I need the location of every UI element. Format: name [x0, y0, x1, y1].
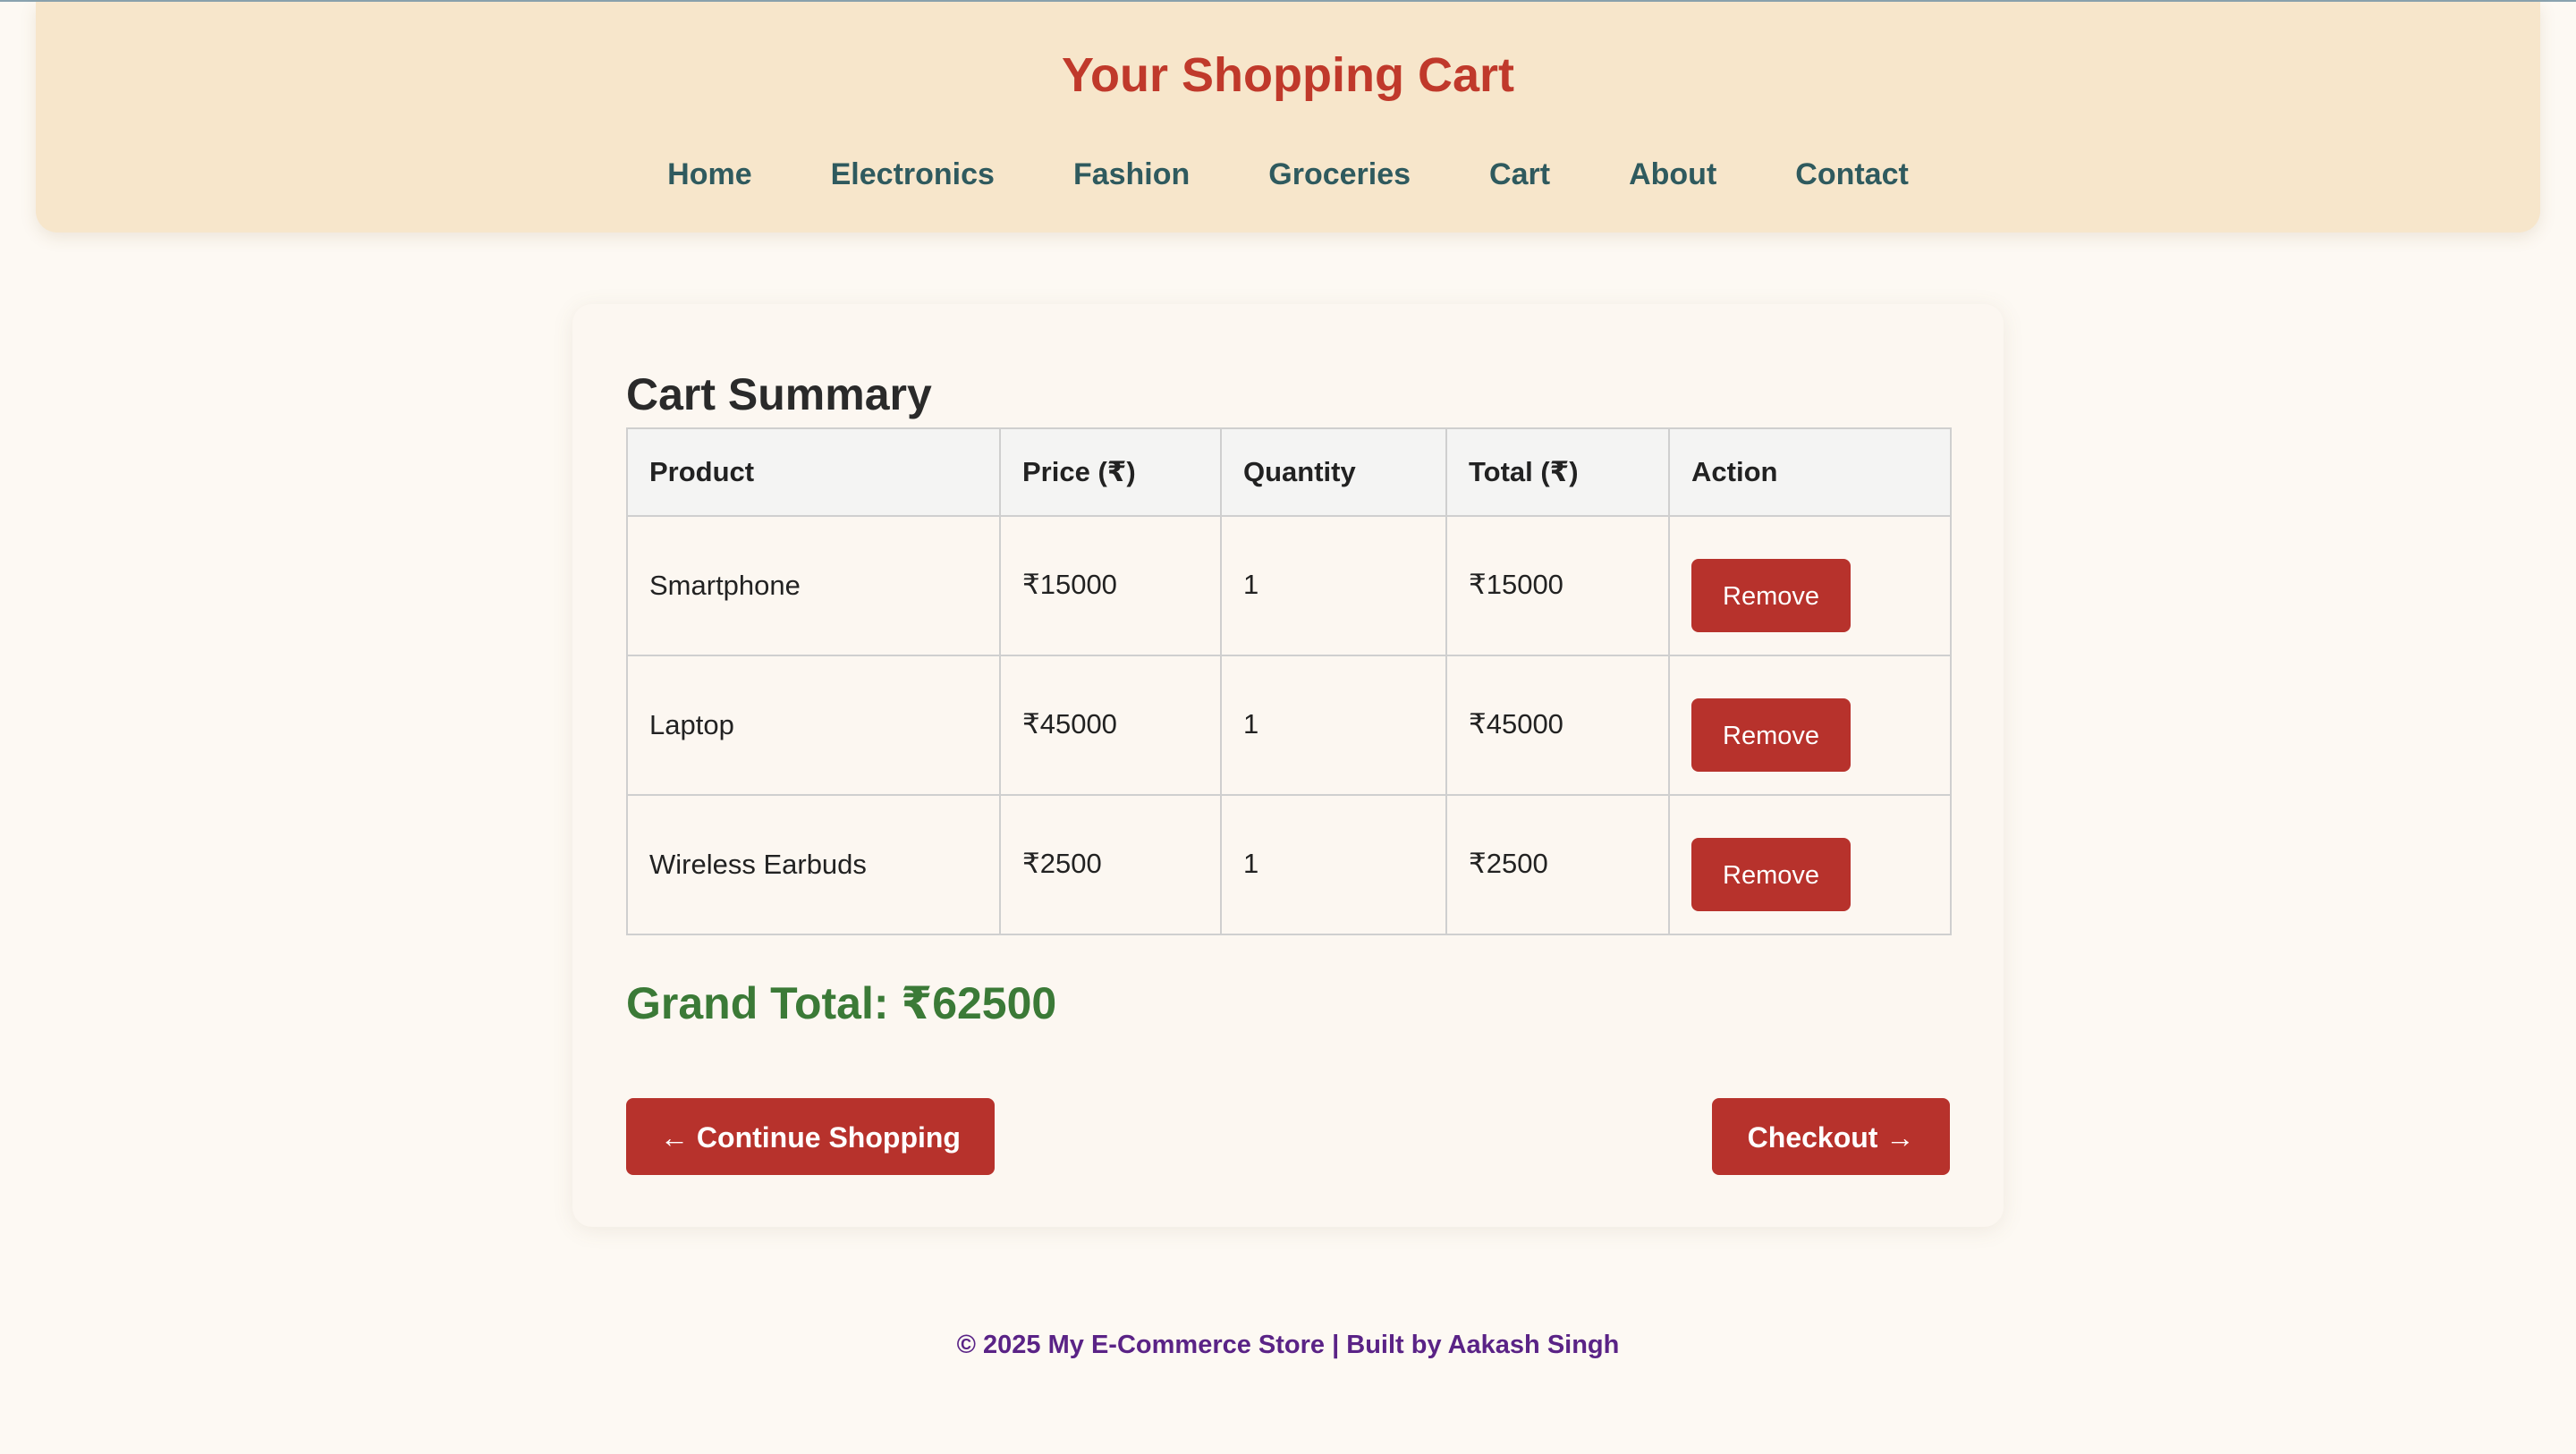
site-header: Your Shopping Cart Home Electronics Fash…: [36, 2, 2540, 232]
nav-link-contact[interactable]: Contact: [1795, 154, 1909, 195]
column-header-action: Action: [1668, 427, 1952, 517]
product-total: ₹15000: [1445, 515, 1670, 656]
site-footer: © 2025 My E-Commerce Store | Built by Aa…: [956, 1331, 1620, 1359]
product-quantity: 1: [1220, 515, 1447, 656]
grand-total: Grand Total: ₹62500: [626, 978, 1057, 1028]
product-price: ₹45000: [999, 655, 1222, 796]
nav-link-about[interactable]: About: [1629, 154, 1716, 195]
product-total: ₹45000: [1445, 655, 1670, 796]
product-name: Wireless Earbuds: [626, 794, 1001, 935]
nav-link-electronics[interactable]: Electronics: [831, 154, 995, 195]
nav-link-home[interactable]: Home: [667, 154, 751, 195]
page-title: Your Shopping Cart: [1062, 48, 1514, 102]
nav-link-groceries[interactable]: Groceries: [1268, 154, 1411, 195]
main-nav: Home Electronics Fashion Groceries Cart …: [36, 154, 2540, 195]
product-quantity: 1: [1220, 794, 1447, 935]
table-row: Wireless Earbuds ₹2500 1 ₹2500 Remove: [626, 794, 1952, 935]
nav-link-cart[interactable]: Cart: [1489, 154, 1550, 195]
column-header-product: Product: [626, 427, 1001, 517]
column-header-quantity: Quantity: [1220, 427, 1447, 517]
product-quantity: 1: [1220, 655, 1447, 796]
product-name: Laptop: [626, 655, 1001, 796]
checkout-button[interactable]: Checkout →: [1712, 1098, 1950, 1175]
remove-button[interactable]: Remove: [1691, 838, 1851, 911]
nav-link-fashion[interactable]: Fashion: [1073, 154, 1190, 195]
product-total: ₹2500: [1445, 794, 1670, 935]
action-cell: Remove: [1668, 794, 1952, 935]
cart-table: Product Price (₹) Quantity Total (₹) Act…: [626, 427, 1952, 935]
remove-button[interactable]: Remove: [1691, 698, 1851, 772]
action-cell: Remove: [1668, 515, 1952, 656]
column-header-price: Price (₹): [999, 427, 1222, 517]
table-row: Laptop ₹45000 1 ₹45000 Remove: [626, 655, 1952, 796]
cart-summary-heading: Cart Summary: [626, 369, 932, 419]
continue-shopping-button[interactable]: ← Continue Shopping: [626, 1098, 995, 1175]
product-price: ₹2500: [999, 794, 1222, 935]
product-price: ₹15000: [999, 515, 1222, 656]
product-name: Smartphone: [626, 515, 1001, 656]
action-cell: Remove: [1668, 655, 1952, 796]
column-header-total: Total (₹): [1445, 427, 1670, 517]
table-header-row: Product Price (₹) Quantity Total (₹) Act…: [626, 427, 1952, 517]
remove-button[interactable]: Remove: [1691, 559, 1851, 632]
table-row: Smartphone ₹15000 1 ₹15000 Remove: [626, 515, 1952, 656]
cart-summary-card: Cart Summary Product Price (₹) Quantity …: [572, 304, 2004, 1227]
